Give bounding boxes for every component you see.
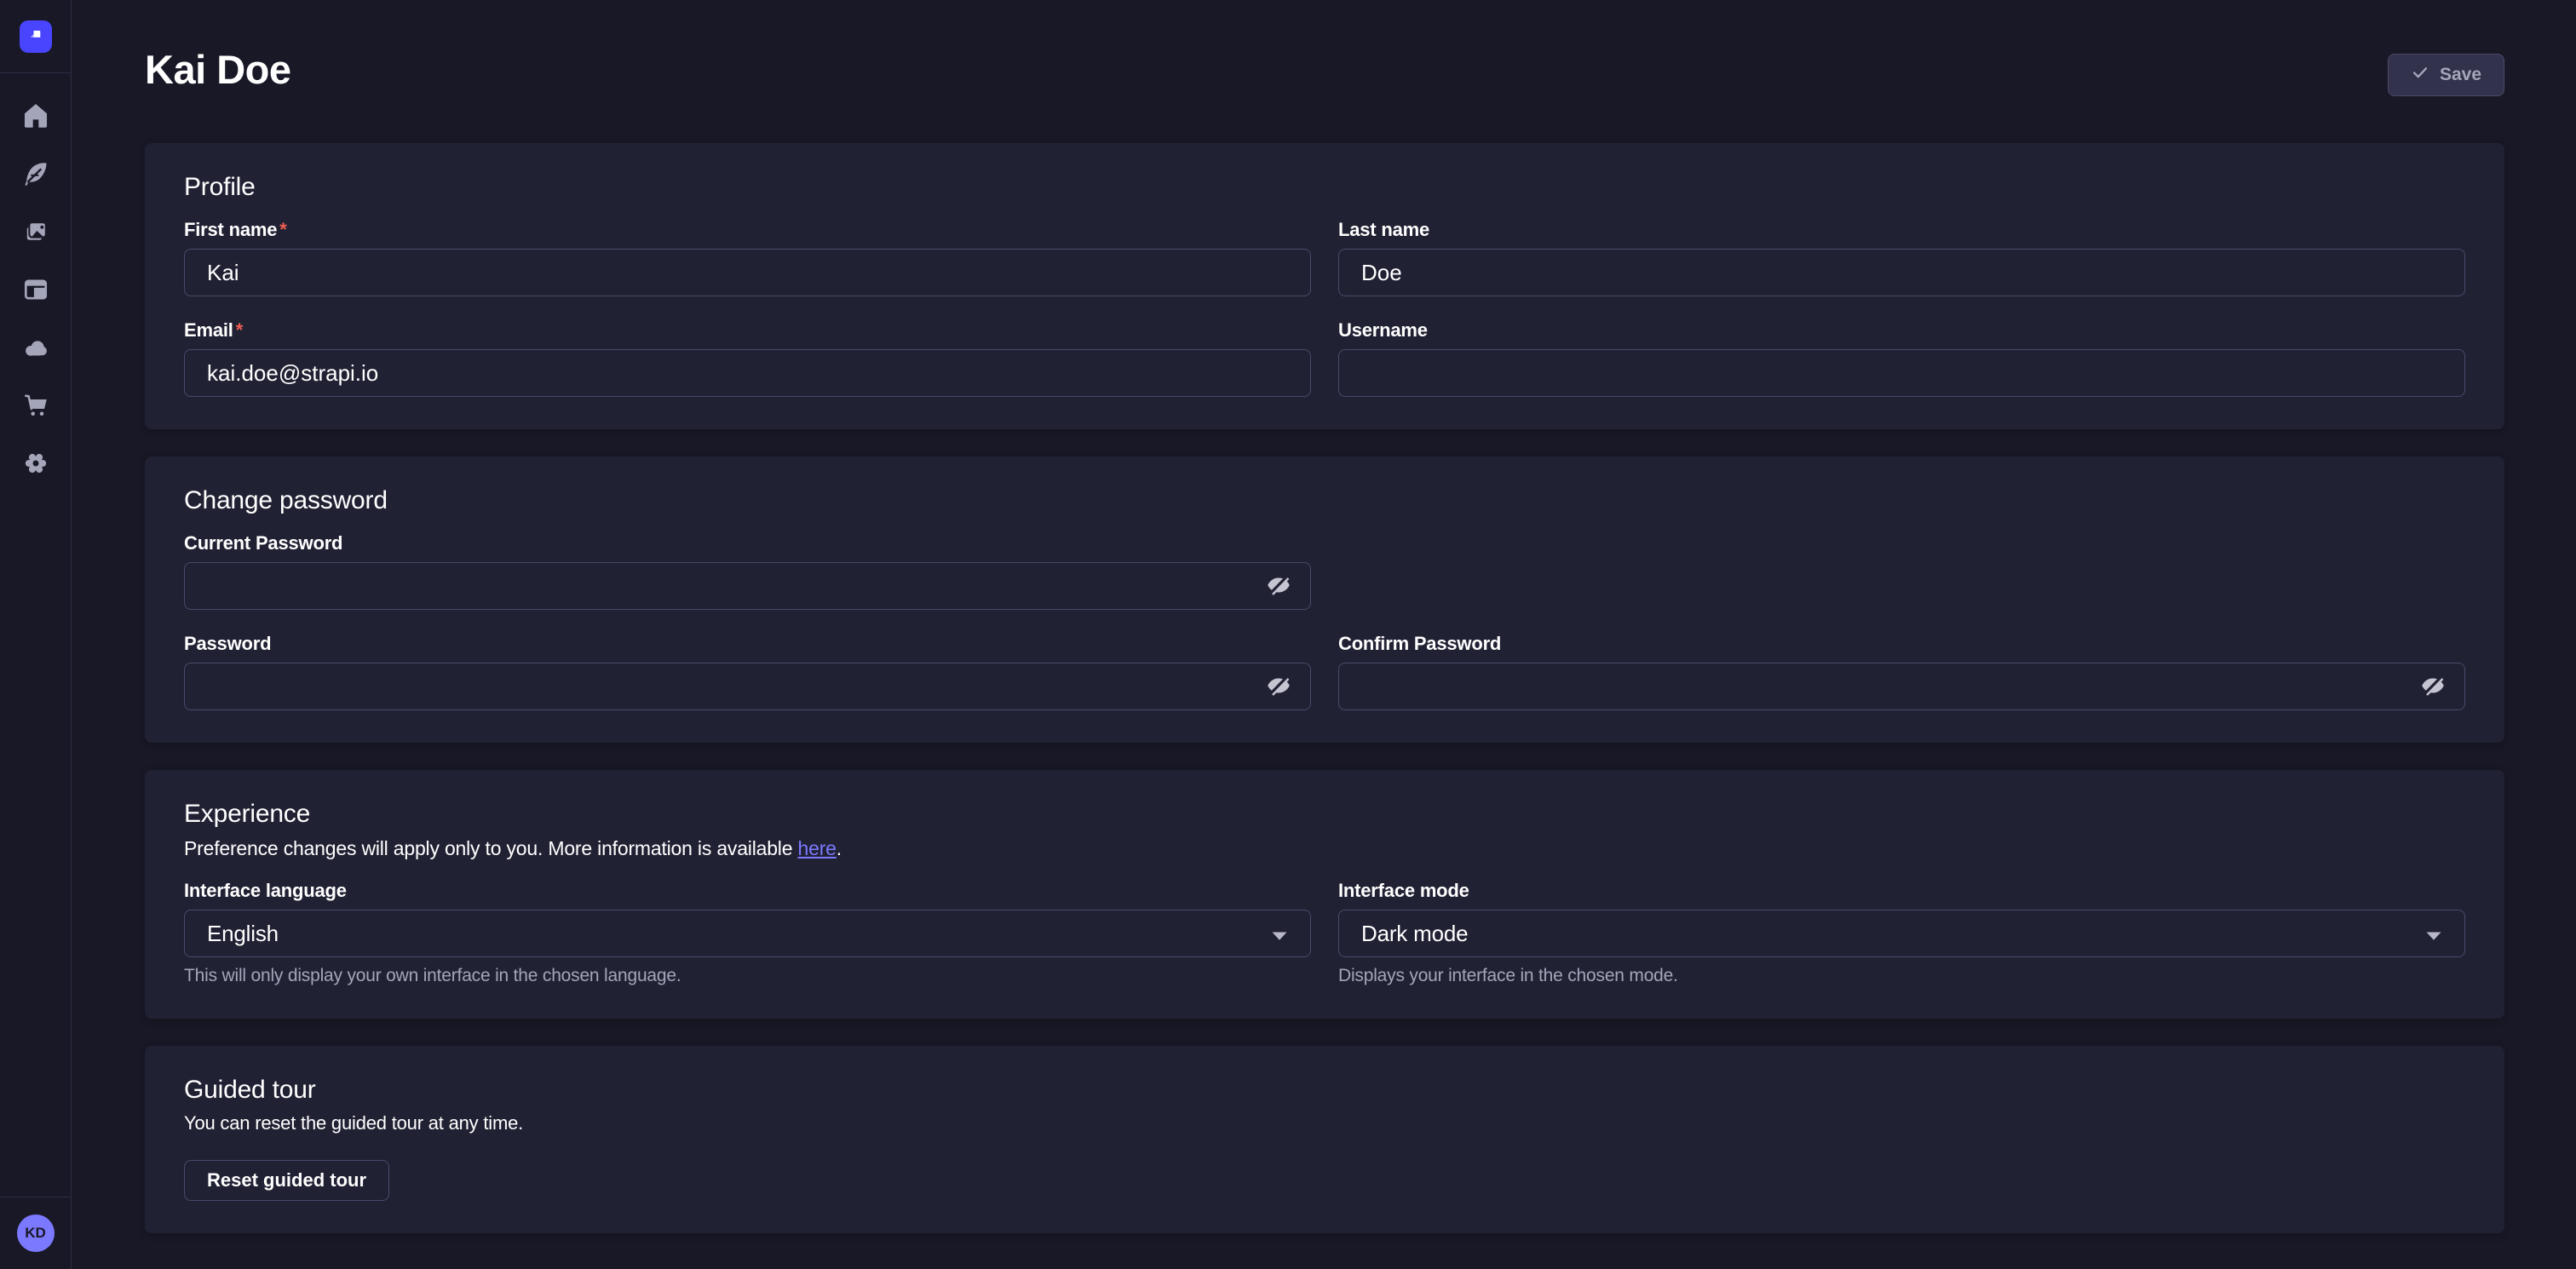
sidebar-item-content-manager[interactable] (0, 145, 72, 203)
interface-language-value: English (207, 921, 279, 947)
user-avatar[interactable]: KD (17, 1214, 55, 1252)
change-password-card: Change password Current Password (145, 456, 2504, 743)
eye-off-icon (1266, 673, 1291, 701)
password-label: Password (184, 634, 1311, 654)
interface-language-hint: This will only display your own interfac… (184, 966, 1311, 986)
caret-down-icon (1271, 921, 1288, 947)
confirm-password-label: Confirm Password (1338, 634, 2465, 654)
sidebar-item-settings[interactable] (0, 434, 72, 492)
sidebar-item-cloud[interactable] (0, 319, 72, 376)
interface-mode-select[interactable]: Dark mode (1338, 910, 2465, 957)
profile-section-title: Profile (184, 174, 2465, 201)
first-name-label: First name* (184, 220, 1311, 240)
last-name-label: Last name (1338, 220, 2465, 240)
guided-tour-card: Guided tour You can reset the guided tou… (145, 1046, 2504, 1233)
main-content: Kai Doe Save Profile First name* (72, 0, 2576, 1269)
caret-down-icon (2425, 921, 2442, 947)
sidebar-nav (0, 87, 71, 492)
interface-language-select[interactable]: English (184, 910, 1311, 957)
interface-mode-field: Interface mode Dark mode Displays your i… (1338, 881, 2465, 986)
first-name-input[interactable] (184, 249, 1311, 296)
guided-tour-section-title: Guided tour (184, 1077, 2465, 1104)
gear-icon (20, 448, 51, 479)
interface-language-label: Interface language (184, 881, 1311, 901)
experience-section-title: Experience (184, 801, 2465, 828)
first-name-field: First name* (184, 220, 1311, 296)
current-password-input[interactable] (184, 562, 1311, 610)
password-input[interactable] (184, 663, 1311, 710)
save-button-label: Save (2440, 65, 2481, 85)
sidebar-item-media-library[interactable] (0, 203, 72, 261)
home-icon (20, 100, 51, 131)
interface-mode-hint: Displays your interface in the chosen mo… (1338, 966, 2465, 986)
confirm-password-input[interactable] (1338, 663, 2465, 710)
eye-off-icon (1266, 572, 1291, 600)
email-label: Email* (184, 320, 1311, 341)
layout-icon (20, 274, 51, 305)
empty-grid-cell (1338, 533, 2465, 610)
username-input[interactable] (1338, 349, 2465, 397)
feather-icon (20, 158, 51, 189)
username-field: Username (1338, 320, 2465, 397)
profile-card: Profile First name* Last name (145, 143, 2504, 429)
sidebar: KD (0, 0, 72, 1269)
email-input[interactable] (184, 349, 1311, 397)
media-library-icon (20, 216, 51, 247)
sidebar-item-home[interactable] (0, 87, 72, 145)
guided-tour-description: You can reset the guided tour at any tim… (184, 1112, 2465, 1134)
toggle-current-password-visibility-button[interactable] (1262, 569, 1296, 603)
last-name-input[interactable] (1338, 249, 2465, 296)
current-password-label: Current Password (184, 533, 1311, 554)
cloud-icon (20, 332, 51, 363)
strapi-logo-button[interactable] (20, 20, 52, 53)
toggle-confirm-password-visibility-button[interactable] (2416, 669, 2450, 703)
check-icon (2411, 63, 2429, 87)
save-button[interactable]: Save (2388, 54, 2504, 96)
cart-icon (20, 390, 51, 421)
page-header: Kai Doe Save (72, 0, 2576, 94)
change-password-section-title: Change password (184, 487, 2465, 514)
here-link[interactable]: here (798, 837, 837, 859)
email-field: Email* (184, 320, 1311, 397)
last-name-field: Last name (1338, 220, 2465, 296)
strapi-logo-icon (26, 26, 45, 47)
password-field: Password (184, 634, 1311, 710)
toggle-password-visibility-button[interactable] (1262, 669, 1296, 703)
logo-area (0, 0, 71, 73)
reset-guided-tour-button[interactable]: Reset guided tour (184, 1160, 389, 1201)
experience-card: Experience Preference changes will apply… (145, 770, 2504, 1019)
sidebar-item-content-type-builder[interactable] (0, 261, 72, 319)
required-asterisk: * (279, 220, 286, 240)
sidebar-footer: KD (0, 1197, 71, 1269)
interface-mode-label: Interface mode (1338, 881, 2465, 901)
interface-mode-value: Dark mode (1361, 921, 1468, 947)
required-asterisk: * (236, 320, 243, 341)
current-password-field: Current Password (184, 533, 1311, 610)
confirm-password-field: Confirm Password (1338, 634, 2465, 710)
interface-language-field: Interface language English This will onl… (184, 881, 1311, 986)
experience-description: Preference changes will apply only to yo… (184, 836, 2465, 860)
eye-off-icon (2420, 673, 2446, 701)
content-area: Profile First name* Last name (145, 143, 2504, 1233)
username-label: Username (1338, 320, 2465, 341)
page-title: Kai Doe (145, 46, 2504, 94)
sidebar-item-marketplace[interactable] (0, 376, 72, 434)
